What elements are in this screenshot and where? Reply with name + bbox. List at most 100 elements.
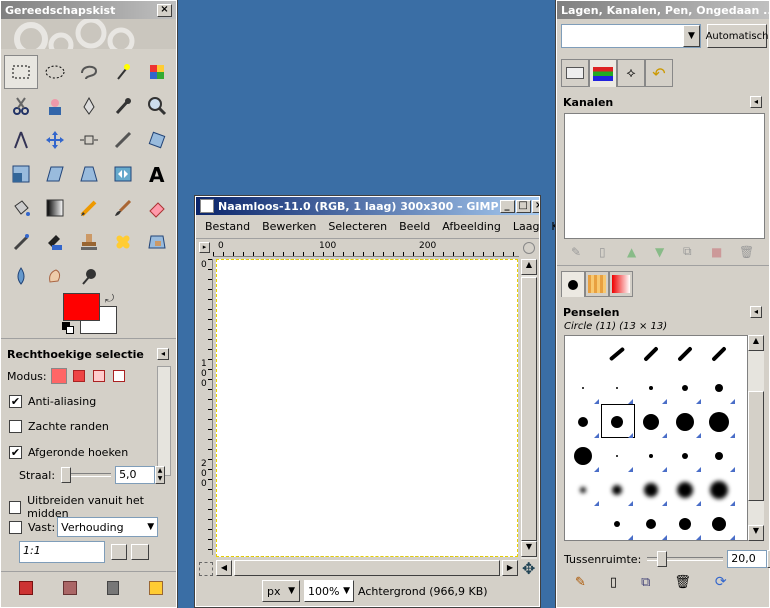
horizontal-scroll-thumb[interactable]	[234, 560, 500, 576]
zoom-dropdown[interactable]: 100% ▼	[304, 580, 354, 602]
scroll-down-button[interactable]: ▼	[748, 525, 764, 541]
rotate-tool[interactable]	[140, 123, 174, 157]
brush-thumbnail[interactable]	[614, 521, 620, 527]
delete-channel-icon[interactable]: 🗑	[739, 245, 754, 259]
restore-options-icon[interactable]	[63, 581, 77, 595]
fixed-dropdown[interactable]: Verhouding ▼	[57, 517, 159, 537]
tab-patterns[interactable]	[585, 271, 609, 297]
image-titlebar[interactable]: Naamloos-11.0 (RGB, 1 laag) 300x300 – GI…	[196, 197, 539, 215]
brushes-scroll-thumb[interactable]	[748, 391, 764, 501]
clone-tool[interactable]	[72, 225, 106, 259]
navigate-icon[interactable]: ✥	[522, 559, 535, 578]
reset-options-icon[interactable]	[149, 581, 163, 595]
horizontal-scrollbar[interactable]: ◀ ▶	[216, 560, 518, 576]
crop-tool[interactable]	[106, 123, 140, 157]
image-menu-button[interactable]: ▸	[199, 242, 210, 253]
tab-undo[interactable]: ↶	[645, 59, 673, 87]
scroll-left-button[interactable]: ◀	[216, 560, 232, 576]
brush-thumbnail[interactable]	[709, 412, 729, 432]
foreground-color-swatch[interactable]	[63, 293, 100, 321]
tab-brushes[interactable]	[561, 271, 585, 297]
perspective-clone-tool[interactable]	[140, 225, 174, 259]
brush-thumbnail[interactable]	[644, 483, 658, 497]
edit-channel-icon[interactable]: ✎	[571, 245, 585, 259]
tab-layers[interactable]	[561, 59, 589, 87]
perspective-tool[interactable]	[72, 157, 106, 191]
pencil-tool[interactable]	[72, 191, 106, 225]
horizontal-ruler[interactable]: 0 100 200	[213, 241, 519, 257]
free-select-tool[interactable]	[72, 55, 106, 89]
unit-dropdown[interactable]: px ▼	[262, 580, 300, 602]
text-tool[interactable]: A	[140, 157, 174, 191]
brush-thumbnail[interactable]	[676, 413, 694, 431]
brush-thumbnail[interactable]	[682, 453, 688, 459]
refresh-brushes-icon[interactable]: ⟳	[715, 574, 727, 590]
menu-bewerken[interactable]: Bewerken	[262, 220, 316, 233]
auto-button[interactable]: Automatisch	[706, 24, 768, 48]
save-options-icon[interactable]	[19, 581, 33, 595]
tab-paths[interactable]: ⟡	[617, 59, 645, 87]
rect-select-tool[interactable]	[4, 55, 38, 89]
menu-bestand[interactable]: Bestand	[205, 220, 250, 233]
brush-thumbnail[interactable]	[712, 517, 726, 531]
fuzzy-select-tool[interactable]	[106, 55, 140, 89]
maximize-icon[interactable]: □	[515, 199, 531, 213]
ratio-input[interactable]: 1:1	[19, 541, 105, 563]
expand-center-checkbox[interactable]	[9, 500, 22, 514]
new-channel-icon[interactable]: ▯	[599, 245, 613, 259]
move-tool[interactable]	[38, 123, 72, 157]
brush-thumbnail[interactable]	[649, 386, 653, 390]
flip-tool[interactable]	[106, 157, 140, 191]
vertical-scroll-thumb[interactable]	[521, 277, 537, 541]
brush-stroke-thumbnail[interactable]	[711, 346, 727, 362]
brush-thumbnail[interactable]	[649, 454, 653, 458]
minimize-icon[interactable]: _	[499, 199, 515, 213]
tab-menu-button[interactable]: ◂	[750, 96, 762, 108]
portrait-button[interactable]	[111, 544, 127, 560]
scroll-up-button[interactable]: ▲	[521, 259, 537, 275]
mode-add-icon[interactable]	[72, 370, 85, 382]
lower-channel-icon[interactable]: ▼	[655, 245, 669, 259]
landscape-button[interactable]	[131, 544, 149, 560]
brush-thumbnail[interactable]	[616, 387, 618, 389]
delete-options-icon[interactable]	[107, 581, 119, 595]
scissors-tool[interactable]	[4, 89, 38, 123]
radius-input[interactable]: 5,0	[115, 466, 156, 484]
new-brush-icon[interactable]: ▯	[610, 575, 617, 590]
close-icon[interactable]: ×	[531, 199, 539, 213]
menu-afbeelding[interactable]: Afbeelding	[442, 220, 501, 233]
foreground-select-tool[interactable]	[38, 89, 72, 123]
ellipse-select-tool[interactable]	[38, 55, 72, 89]
align-tool[interactable]	[72, 123, 106, 157]
color-picker-tool[interactable]	[106, 89, 140, 123]
brush-thumbnail[interactable]	[582, 387, 584, 389]
brush-stroke-thumbnail[interactable]	[608, 346, 626, 362]
mode-intersect-icon[interactable]	[112, 370, 125, 382]
airbrush-tool[interactable]	[4, 225, 38, 259]
quick-mask-toggle[interactable]	[199, 562, 213, 576]
brush-thumbnail[interactable]	[646, 519, 656, 529]
zoom-on-resize-icon[interactable]	[523, 242, 535, 254]
brush-thumbnail[interactable]	[612, 485, 622, 495]
spacing-input[interactable]: 20,0	[727, 550, 768, 568]
duplicate-channel-icon[interactable]: ⧉	[683, 244, 697, 259]
menu-laag[interactable]: Laag	[513, 220, 540, 233]
brush-thumbnail[interactable]	[580, 487, 586, 493]
vertical-ruler[interactable]: 0 1 0 0 2 0 0	[199, 259, 213, 555]
tab-channels[interactable]	[589, 59, 617, 87]
scale-tool[interactable]	[4, 157, 38, 191]
color-select-tool[interactable]	[140, 55, 174, 89]
image-selector-dropdown[interactable]: ▼	[561, 24, 701, 48]
brushes-scrollbar[interactable]: ▲ ▼	[748, 335, 764, 541]
mode-replace-icon[interactable]	[50, 368, 67, 384]
radius-spinner[interactable]: ▲ ▼	[155, 466, 166, 484]
smudge-tool[interactable]	[38, 259, 72, 293]
dock-titlebar[interactable]: Lagen, Kanalen, Pen, Ongedaan ... ×	[557, 1, 769, 19]
brush-grid[interactable]	[564, 335, 748, 541]
raise-channel-icon[interactable]: ▲	[627, 245, 641, 259]
menu-selecteren[interactable]: Selecteren	[328, 220, 387, 233]
brush-thumbnail[interactable]	[574, 447, 592, 465]
brush-thumbnail[interactable]	[679, 518, 691, 530]
options-scrollbar[interactable]	[157, 366, 171, 476]
paintbrush-tool[interactable]	[106, 191, 140, 225]
